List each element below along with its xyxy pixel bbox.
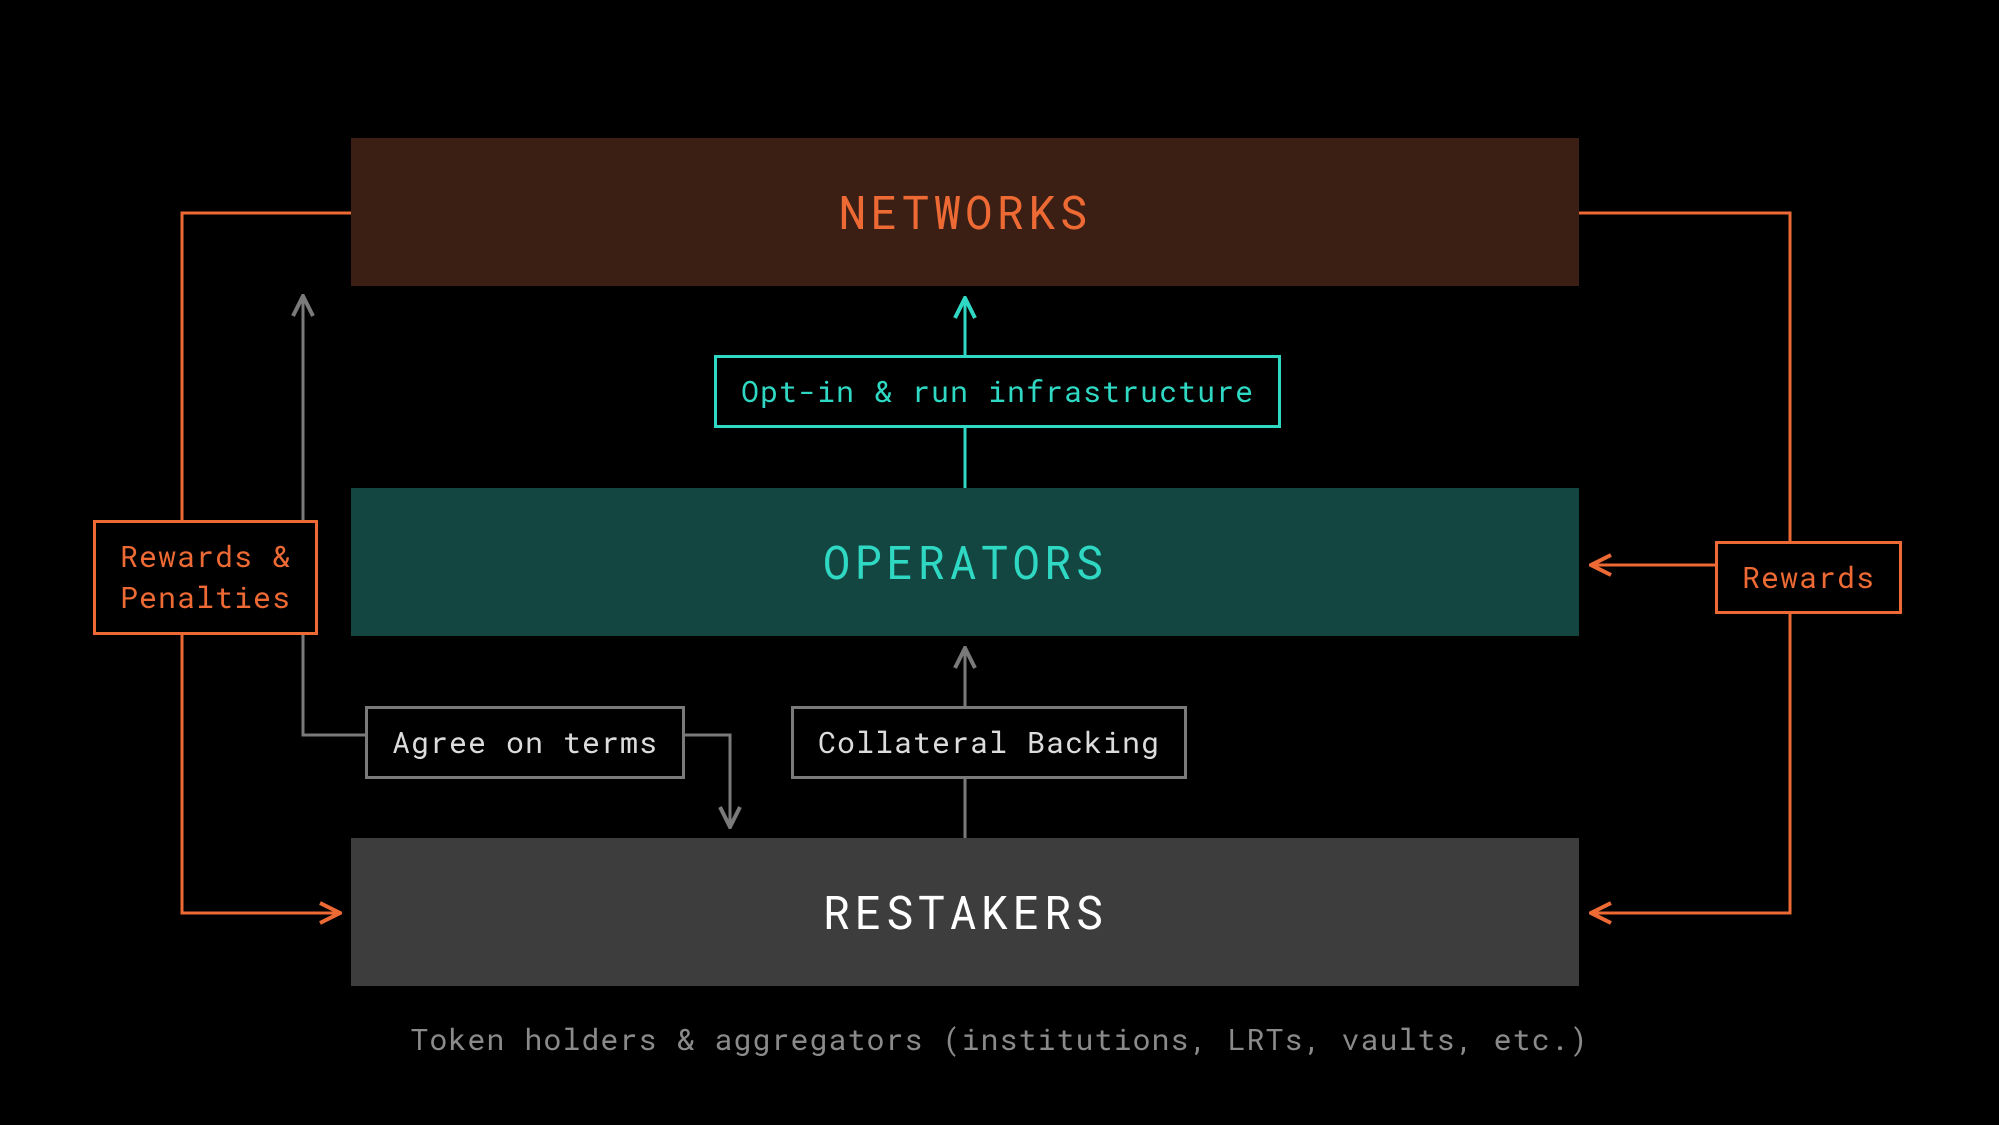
rewards-penalties-line1: Rewards & [120,537,291,576]
rewards-penalties-line2: Penalties [120,578,291,617]
agree-label: Agree on terms [392,723,658,762]
subtitle-text: Token holders & aggregators (institution… [0,1020,1999,1059]
optin-label-box: Opt-in & run infrastructure [714,355,1281,428]
operators-block: OPERATORS [351,488,1579,636]
rewards-label-box: Rewards [1715,541,1902,614]
restakers-label: RESTAKERS [823,882,1107,942]
networks-block: NETWORKS [351,138,1579,286]
arrow-agree-to-restakers [680,735,730,825]
rewards-penalties-label-box: Rewards & Penalties [93,520,318,635]
agree-label-box: Agree on terms [365,706,685,779]
networks-label: NETWORKS [839,182,1092,242]
operators-label: OPERATORS [823,532,1107,592]
rewards-label: Rewards [1742,558,1875,597]
collateral-label: Collateral Backing [818,723,1160,762]
collateral-label-box: Collateral Backing [791,706,1187,779]
restakers-block: RESTAKERS [351,838,1579,986]
optin-label: Opt-in & run infrastructure [741,372,1254,411]
